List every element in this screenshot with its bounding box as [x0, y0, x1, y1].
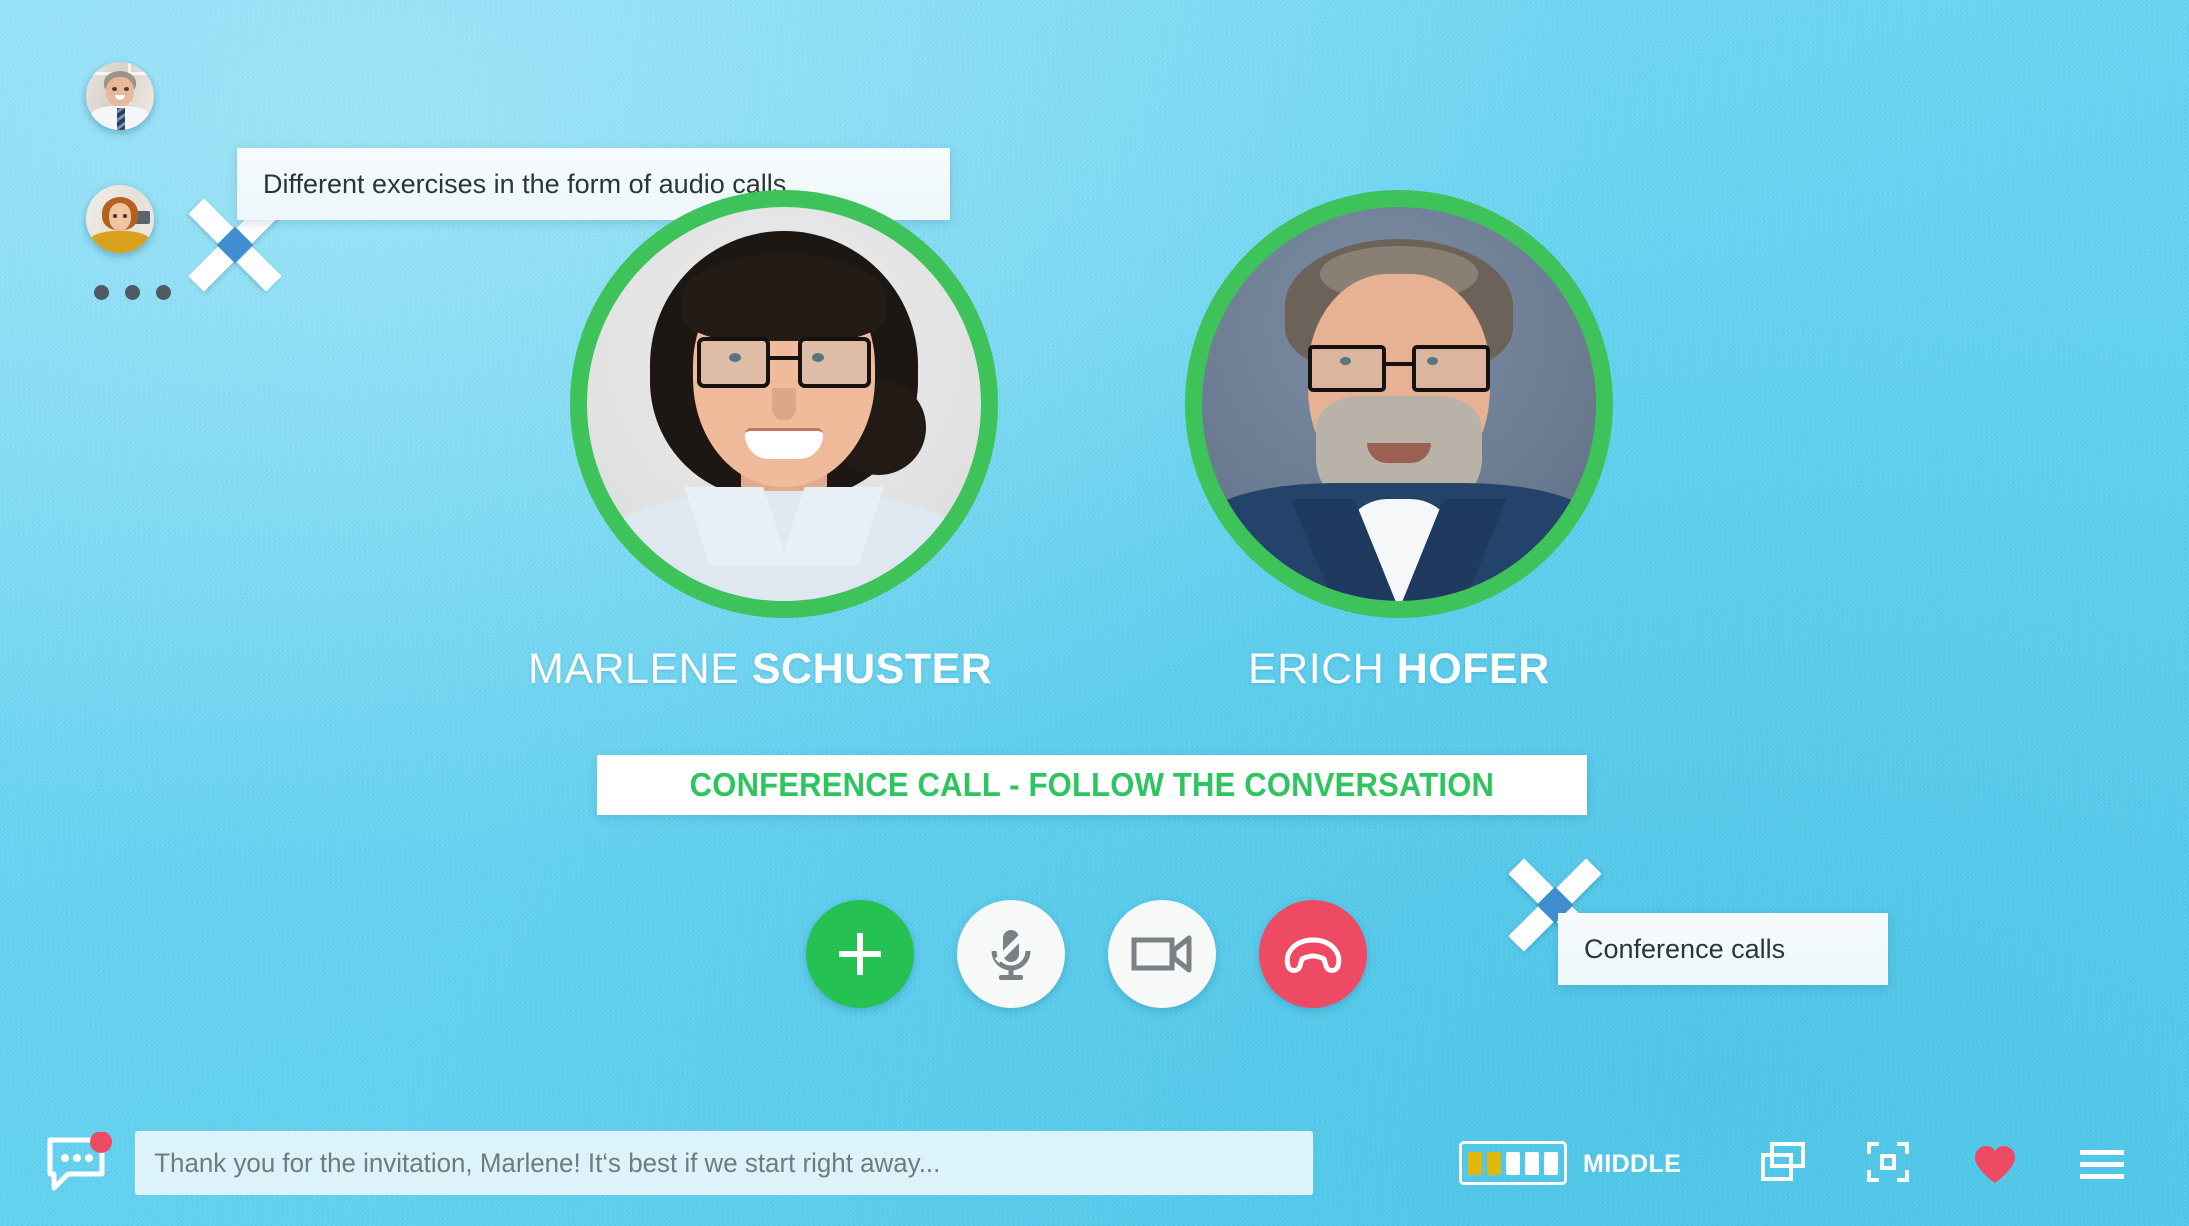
participant-last-name: SCHUSTER — [751, 645, 993, 693]
participant-last-name: HOFER — [1396, 645, 1550, 693]
level-segment — [1525, 1151, 1539, 1175]
end-call-button[interactable] — [1259, 900, 1367, 1008]
chat-bubble-button[interactable] — [44, 1131, 114, 1199]
microphone-muted-icon — [991, 930, 1031, 980]
level-segment — [1468, 1151, 1482, 1175]
fullscreen-button[interactable] — [1866, 1141, 1910, 1188]
windowed-mode-button[interactable] — [1760, 1141, 1806, 1188]
difficulty-level-meter[interactable] — [1459, 1141, 1567, 1185]
hang-up-icon — [1284, 937, 1342, 973]
add-participant-button[interactable] — [806, 900, 914, 1008]
avatar-ring-marlene — [570, 190, 998, 618]
level-segment — [1506, 1151, 1520, 1175]
conference-call-banner: CONFERENCE CALL - FOLLOW THE CONVERSATIO… — [597, 755, 1587, 815]
participant-avatar-man[interactable] — [86, 62, 154, 130]
microphone-mute-button[interactable] — [957, 900, 1065, 1008]
video-camera-icon — [1131, 935, 1192, 973]
participant-first-name: MARLENE — [528, 645, 752, 693]
participant-name-erich: ERICH HOFER — [1248, 645, 1550, 694]
chat-message-text: Thank you for the invitation, Marlene! I… — [154, 1147, 941, 1178]
menu-hamburger-icon — [2080, 1150, 2124, 1179]
plus-icon — [839, 933, 881, 975]
difficulty-level-label: MIDDLE — [1583, 1150, 1682, 1178]
participant-card-marlene[interactable] — [570, 190, 998, 618]
video-camera-button[interactable] — [1108, 900, 1216, 1008]
tooltip-conference-calls-text: Conference calls — [1584, 933, 1786, 964]
chat-message-input[interactable]: Thank you for the invitation, Marlene! I… — [135, 1131, 1313, 1195]
avatar-ring-erich — [1185, 190, 1613, 618]
more-participants-dots[interactable] — [94, 285, 171, 300]
participant-card-erich[interactable] — [1185, 190, 1613, 618]
fullscreen-icon — [1867, 1142, 1909, 1182]
app-stage: Different exercises in the form of audio… — [0, 0, 2189, 1226]
favorite-button[interactable] — [1972, 1144, 2018, 1191]
participant-avatar-woman[interactable] — [86, 185, 154, 253]
avatar-marlene — [587, 207, 981, 601]
windowed-mode-icon — [1761, 1142, 1805, 1181]
notification-badge-dot — [90, 1131, 112, 1153]
participant-name-marlene: MARLENE SCHUSTER — [528, 645, 992, 694]
conference-call-banner-text: CONFERENCE CALL - FOLLOW THE CONVERSATIO… — [689, 766, 1495, 803]
avatar-erich — [1202, 207, 1596, 601]
favorite-heart-icon — [1975, 1146, 2015, 1183]
participant-first-name: ERICH — [1248, 645, 1397, 693]
level-segment — [1544, 1151, 1558, 1175]
menu-button[interactable] — [2078, 1148, 2126, 1187]
chat-bubble-icon — [47, 1131, 112, 1191]
tooltip-conference-calls: Conference calls — [1558, 913, 1888, 985]
level-segment — [1487, 1151, 1501, 1175]
